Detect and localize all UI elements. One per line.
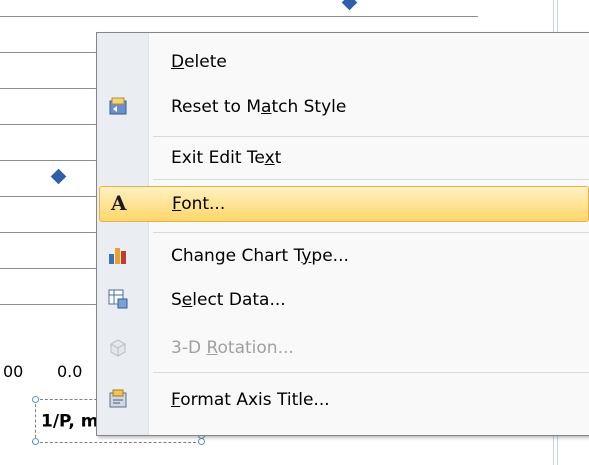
menu-item-reset-to-match-style[interactable]: Reset to Match Style [99, 90, 589, 126]
font-icon: A [110, 192, 127, 214]
menu-item-3d-rotation: 3-D Rotation... [99, 331, 589, 367]
3d-rotation-icon [110, 339, 126, 357]
svg-text:A: A [110, 192, 127, 214]
data-point-marker[interactable] [50, 168, 67, 185]
gridline [0, 196, 96, 197]
menu-item-exit-edit-text[interactable]: Exit Edit Text [99, 141, 589, 177]
menu-separator [153, 372, 589, 373]
menu-item-font[interactable]: A Font... [99, 186, 589, 222]
menu-item-label: Reset to Match Style [171, 97, 347, 117]
resize-handle[interactable] [198, 438, 205, 445]
menu-item-format-axis-title[interactable]: Format Axis Title... [99, 383, 589, 419]
menu-item-label: 3-D Rotation... [171, 338, 294, 358]
menu-item-delete[interactable]: Delete [99, 45, 589, 81]
gridline [0, 304, 96, 305]
gridline [0, 268, 96, 269]
resize-handle[interactable] [32, 396, 39, 403]
chart-type-icon [109, 248, 126, 264]
x-tick-label: 00 [3, 362, 24, 381]
menu-item-label: Font... [172, 194, 226, 214]
menu-separator [153, 232, 589, 233]
gridline [0, 88, 96, 89]
context-menu: Delete Reset to Match Style Exit Edit Te… [96, 32, 589, 436]
gridline [0, 232, 96, 233]
select-data-icon [108, 289, 128, 309]
data-point-marker[interactable] [341, 0, 358, 11]
menu-item-label: Select Data... [171, 290, 286, 310]
reset-style-icon [109, 97, 127, 115]
menu-item-label: Exit Edit Text [171, 148, 282, 168]
menu-item-label: Change Chart Type... [171, 246, 349, 266]
gridline [0, 16, 478, 17]
resize-handle[interactable] [32, 438, 39, 445]
x-tick-label: 0.0 [57, 362, 83, 381]
menu-item-label: Format Axis Title... [171, 390, 330, 410]
gridline [0, 124, 96, 125]
format-axis-title-icon [109, 389, 127, 408]
gridline [0, 52, 96, 53]
menu-separator [153, 179, 589, 180]
gridline [0, 160, 96, 161]
menu-item-select-data[interactable]: Select Data... [99, 283, 589, 319]
menu-item-label: Delete [171, 52, 227, 72]
menu-item-change-chart-type[interactable]: Change Chart Type... [99, 239, 589, 275]
menu-separator [153, 136, 589, 137]
